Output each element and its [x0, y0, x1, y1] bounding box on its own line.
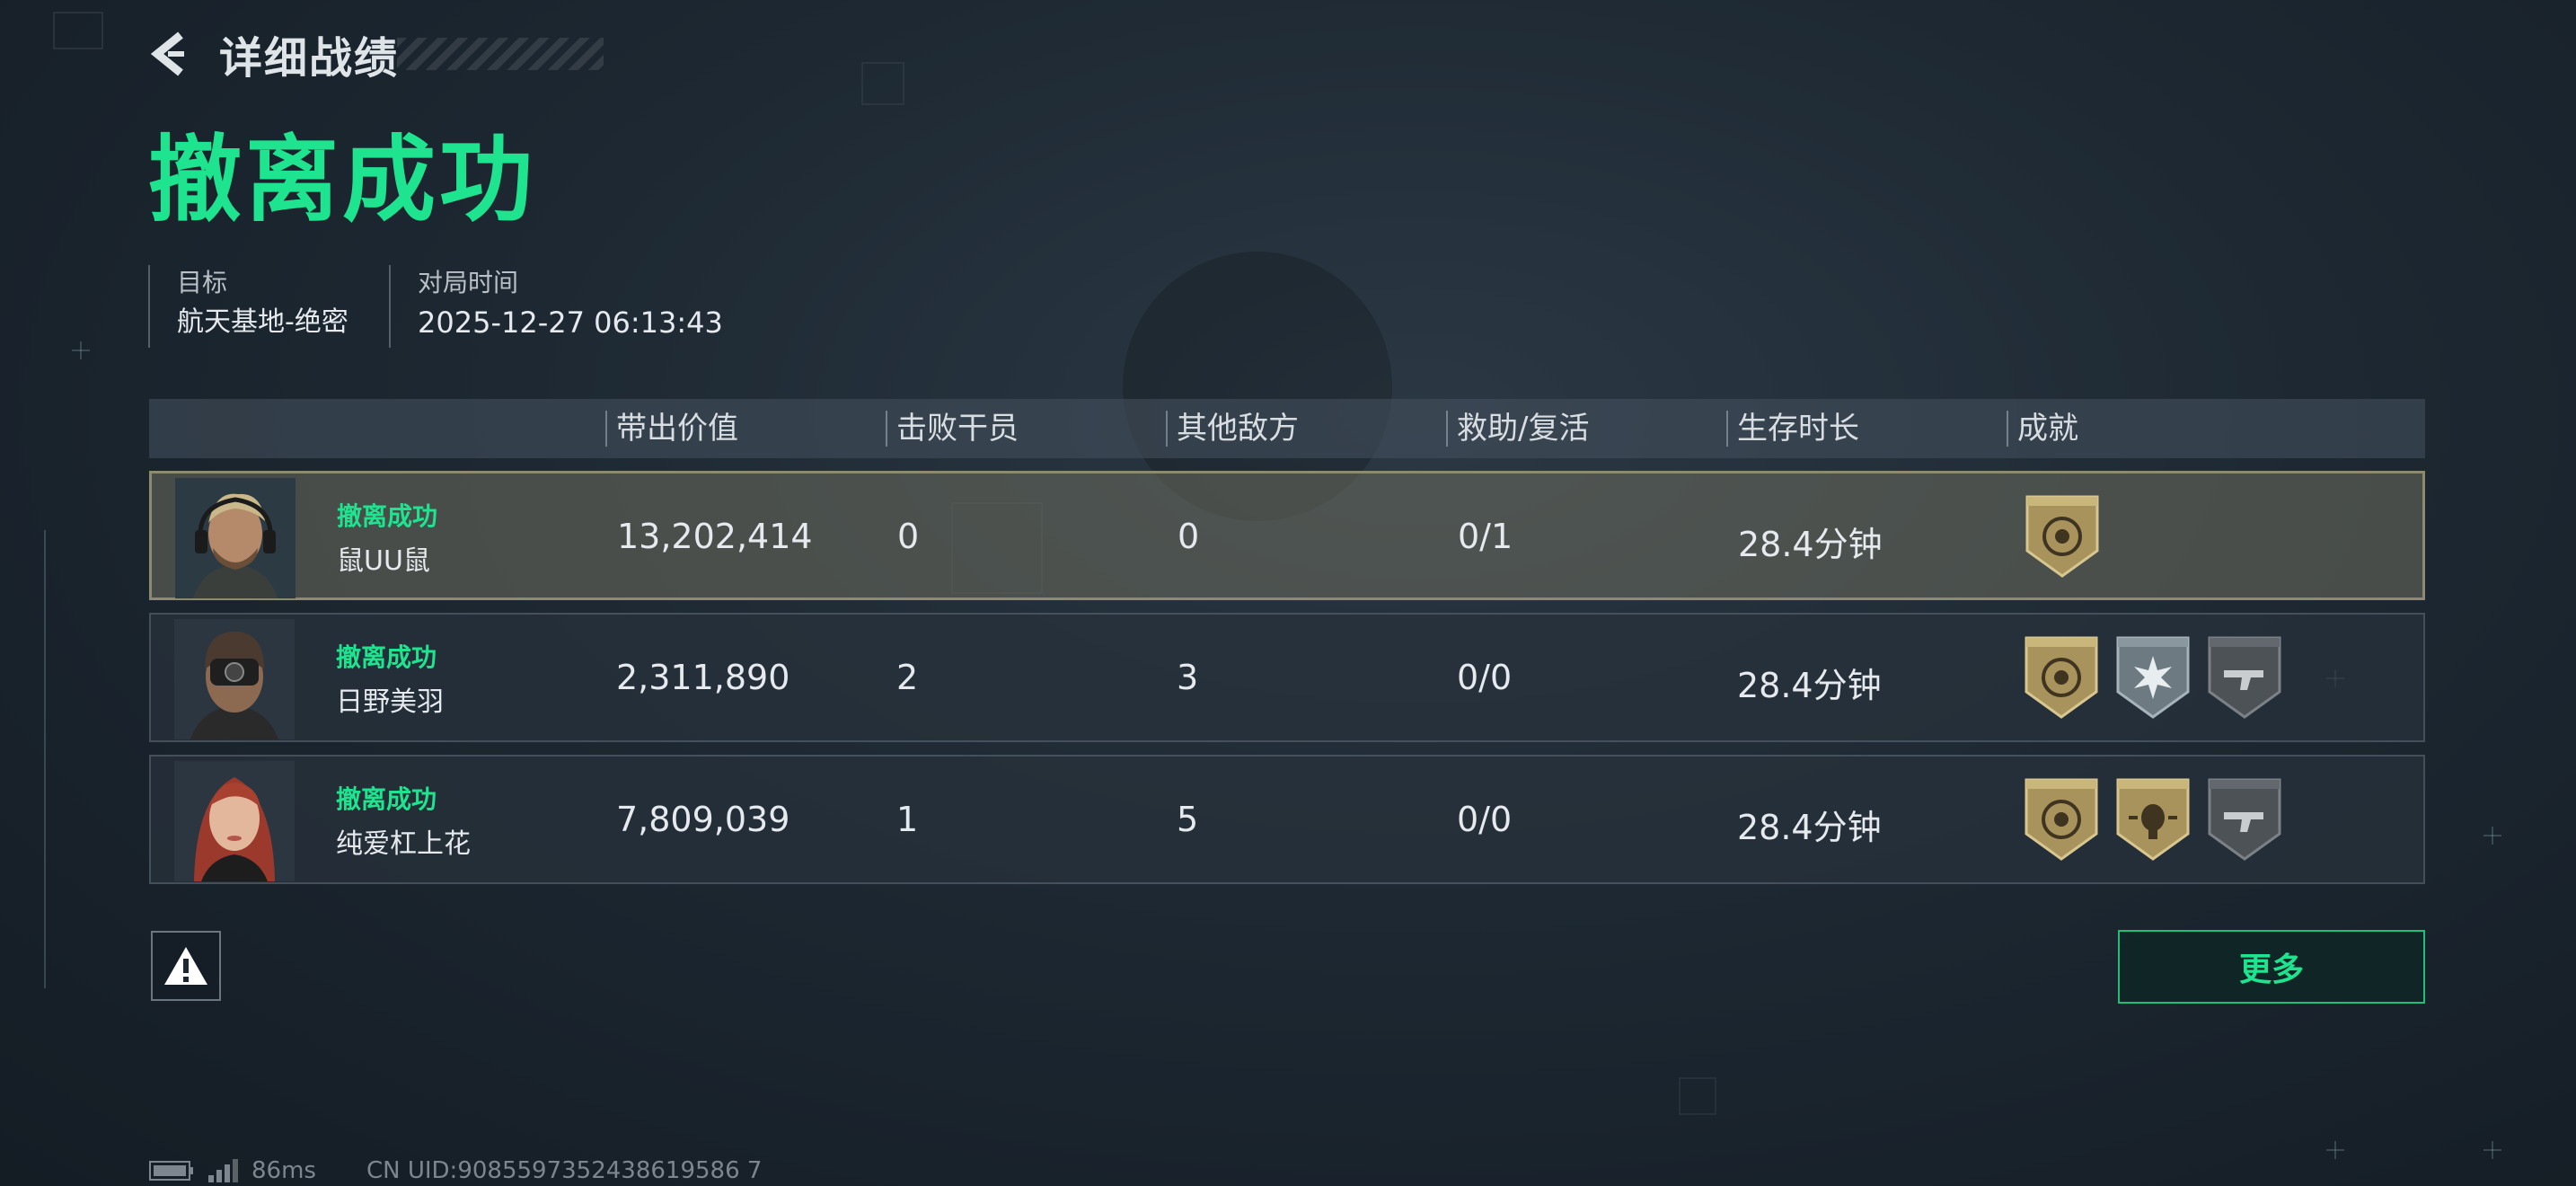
title-stripes-decoration: [397, 38, 604, 70]
silver-burst-badge-icon[interactable]: [2116, 636, 2190, 719]
back-button[interactable]: [144, 27, 198, 81]
achievement-badges: [2025, 636, 2281, 719]
ping-value: 86ms: [251, 1157, 316, 1184]
extract-value: 2,311,890: [616, 658, 790, 697]
gold-emblem-badge-icon[interactable]: [2025, 636, 2098, 719]
table-row[interactable]: 撤离成功 纯爱杠上花 7,809,039 1 5 0/0 28.4分钟: [149, 755, 2425, 884]
column-header-value: 带出价值: [605, 411, 738, 447]
report-button[interactable]: [151, 931, 221, 1001]
target-label: 目标: [177, 268, 228, 297]
other-enemies-value: 5: [1177, 800, 1199, 839]
back-arrow-icon: [150, 31, 184, 76]
column-header-survival-time: 生存时长: [1726, 411, 1859, 447]
stats-table: 带出价值 击败干员 其他敌方 救助/复活 生存时长 成就 撤离成功 鼠UU鼠 1…: [149, 399, 2425, 884]
achievement-badges: [2025, 495, 2099, 578]
column-header-kills: 击败干员: [886, 411, 1019, 447]
result-title: 撤离成功: [148, 125, 537, 235]
player-name: 鼠UU鼠: [337, 545, 430, 577]
gold-emblem-badge-icon[interactable]: [2025, 778, 2098, 861]
player-status: 撤离成功: [336, 642, 437, 672]
gray-gun-badge-icon[interactable]: [2208, 636, 2281, 719]
page-title: 详细战绩: [219, 33, 400, 84]
player-name: 日野美羽: [336, 686, 444, 718]
extract-value: 7,809,039: [616, 800, 790, 839]
player-status: 撤离成功: [337, 501, 438, 531]
assist-value: 0/0: [1457, 800, 1513, 839]
page-header: 详细战绩: [144, 27, 604, 84]
table-row[interactable]: 撤离成功 日野美羽 2,311,890 2 3 0/0 28.4分钟: [149, 613, 2425, 742]
survival-time-value: 28.4分钟: [1738, 525, 1883, 564]
user-uid: CN UID:9085597352438619586 7: [366, 1157, 763, 1184]
column-header-assist: 救助/复活: [1446, 411, 1589, 447]
extract-value: 13,202,414: [617, 517, 813, 556]
achievement-badges: [2025, 778, 2281, 861]
status-footer: 86ms CN UID:9085597352438619586 7: [149, 1157, 762, 1184]
match-time-value: 2025-12-27 06:13:43: [418, 305, 723, 340]
avatar: [175, 478, 296, 598]
survival-time-value: 28.4分钟: [1737, 666, 1882, 705]
assist-value: 0/1: [1458, 517, 1513, 556]
gold-skull-badge-icon[interactable]: [2116, 778, 2190, 861]
assist-value: 0/0: [1457, 658, 1513, 697]
table-header: 带出价值 击败干员 其他敌方 救助/复活 生存时长 成就: [149, 399, 2425, 458]
more-button[interactable]: 更多: [2118, 930, 2425, 1004]
player-name: 纯爱杠上花: [336, 828, 471, 860]
survival-time-value: 28.4分钟: [1737, 808, 1882, 847]
kills-value: 1: [896, 800, 919, 839]
warning-icon: [164, 947, 207, 985]
battery-icon: [149, 1161, 193, 1181]
player-status: 撤离成功: [336, 784, 437, 814]
table-row[interactable]: 撤离成功 鼠UU鼠 13,202,414 0 0 0/1 28.4分钟: [149, 471, 2425, 600]
avatar: [174, 761, 295, 881]
avatar: [174, 619, 295, 739]
target-info: 目标 航天基地-绝密: [148, 265, 348, 348]
gray-gun-badge-icon[interactable]: [2208, 778, 2281, 861]
gold-emblem-badge-icon[interactable]: [2025, 495, 2099, 578]
other-enemies-value: 0: [1178, 517, 1200, 556]
match-time-info: 对局时间 2025-12-27 06:13:43: [389, 265, 723, 348]
signal-icon: [208, 1159, 238, 1182]
column-header-other-enemies: 其他敌方: [1166, 411, 1299, 447]
match-time-label: 对局时间: [418, 268, 519, 297]
other-enemies-value: 3: [1177, 658, 1199, 697]
kills-value: 2: [896, 658, 919, 697]
column-header-achievements: 成就: [2007, 411, 2078, 447]
target-value: 航天基地-绝密: [177, 306, 348, 338]
kills-value: 0: [897, 517, 920, 556]
